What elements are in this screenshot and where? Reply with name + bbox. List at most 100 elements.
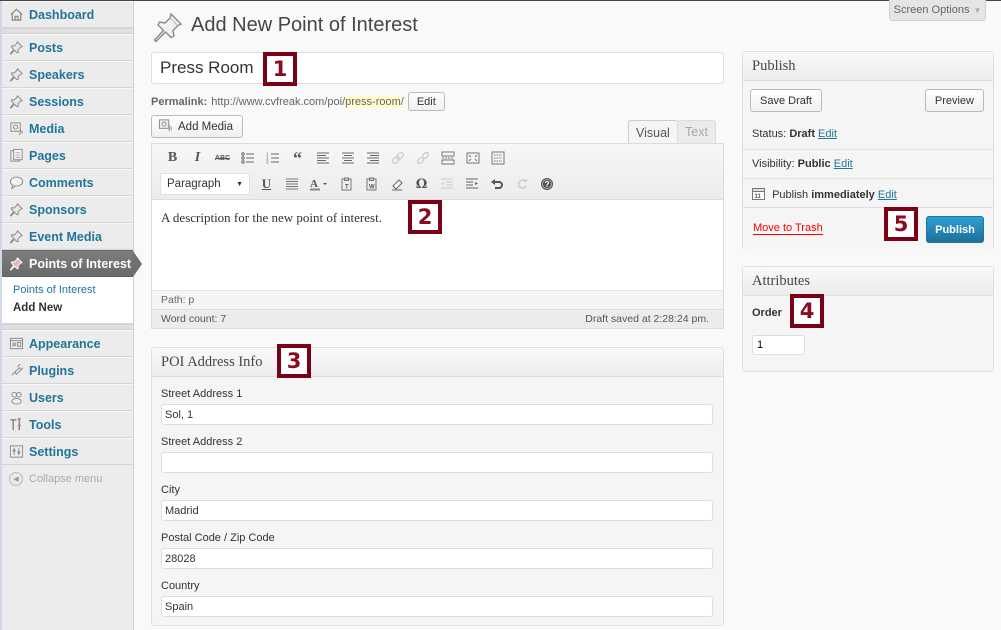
toolbar-toggle-icon[interactable] — [485, 148, 510, 168]
help-icon[interactable]: ? — [534, 174, 559, 194]
blockquote-icon[interactable]: “ — [285, 148, 310, 168]
street-address-1-label: Street Address 1 — [161, 388, 243, 400]
align-center-icon[interactable] — [335, 148, 360, 168]
status-label: Status: — [752, 128, 787, 140]
bullet-list-icon[interactable] — [235, 148, 260, 168]
fullscreen-icon[interactable] — [460, 148, 485, 168]
country-label: Country — [161, 580, 200, 592]
users-icon — [8, 390, 24, 406]
poi-address-title[interactable]: POI Address Info — [152, 348, 723, 377]
underline-icon[interactable]: U — [254, 174, 279, 194]
text-color-icon[interactable]: A — [304, 174, 334, 194]
svg-text:?: ? — [544, 180, 549, 189]
publish-button[interactable]: Publish — [926, 216, 984, 243]
save-draft-button[interactable]: Save Draft — [750, 89, 822, 112]
sidebar-item-label: Settings — [29, 444, 79, 459]
outdent-icon[interactable] — [434, 174, 459, 194]
sidebar-item-tools[interactable]: Tools — [2, 411, 133, 438]
collapse-menu-button[interactable]: ◀ Collapse menu — [2, 465, 133, 492]
bold-icon[interactable]: B — [160, 148, 185, 168]
submenu-item-points-of-interest[interactable]: Points of Interest — [2, 281, 133, 299]
sidebar-item-label: Users — [29, 390, 64, 405]
annotation-callout-5: 5 — [884, 207, 918, 241]
status-value: Draft — [789, 128, 815, 140]
editor-status-bar: Word count: 7 Draft saved at 2:28:24 pm. — [152, 309, 723, 328]
sidebar-item-users[interactable]: Users — [2, 384, 133, 411]
permalink-row: Permalink: http://www.cvfreak.com/poi/pr… — [151, 92, 445, 111]
media-icon — [158, 118, 173, 136]
redo-icon[interactable] — [509, 174, 534, 194]
sidebar-item-media[interactable]: Media — [2, 115, 133, 142]
special-character-icon[interactable]: Ω — [409, 174, 434, 194]
edit-visibility-link[interactable]: Edit — [834, 158, 853, 170]
paste-from-word-icon[interactable]: W — [359, 174, 384, 194]
visibility-row: Visibility: Public Edit — [743, 149, 993, 178]
street-address-1-input[interactable] — [161, 404, 713, 425]
schedule-label: Publish — [772, 189, 809, 201]
format-select[interactable]: Paragraph ▼ — [160, 173, 250, 195]
sidebar-item-sponsors[interactable]: Sponsors — [2, 196, 133, 223]
city-label: City — [161, 484, 180, 496]
sidebar-item-pages[interactable]: Pages — [2, 142, 133, 169]
annotation-callout-4: 4 — [790, 294, 824, 328]
clear-formatting-icon[interactable] — [384, 174, 409, 194]
home-icon — [8, 7, 24, 23]
move-to-trash-link[interactable]: Move to Trash — [753, 222, 823, 235]
sidebar-item-plugins[interactable]: Plugins — [2, 357, 133, 384]
pushpin-icon — [8, 67, 24, 83]
postal-code-label: Postal Code / Zip Code — [161, 532, 275, 544]
sidebar-item-dashboard[interactable]: Dashboard — [2, 1, 133, 28]
tab-text[interactable]: Text — [677, 120, 716, 143]
permalink-slug[interactable]: press-room — [345, 95, 401, 108]
paste-as-text-icon[interactable]: T — [334, 174, 359, 194]
indent-icon[interactable] — [459, 174, 484, 194]
city-input[interactable] — [161, 500, 713, 521]
sidebar-item-label: Speakers — [29, 67, 85, 82]
sidebar-item-label: Sponsors — [29, 202, 87, 217]
sidebar-item-label: Comments — [29, 175, 94, 190]
sidebar-item-comments[interactable]: Comments — [2, 169, 133, 196]
collapse-arrow-icon: ◀ — [9, 471, 23, 486]
sidebar-item-event-media[interactable]: Event Media — [2, 223, 133, 250]
order-input[interactable] — [752, 335, 805, 355]
insert-link-icon[interactable] — [385, 148, 410, 168]
tab-visual[interactable]: Visual — [628, 120, 678, 144]
align-left-icon[interactable] — [310, 148, 335, 168]
pushpin-icon — [151, 10, 185, 44]
edit-schedule-link[interactable]: Edit — [878, 189, 897, 201]
plugin-plug-icon — [8, 363, 24, 379]
street-address-2-input[interactable] — [161, 452, 713, 473]
edit-permalink-button[interactable]: Edit — [407, 92, 445, 111]
unlink-icon[interactable] — [410, 148, 435, 168]
numbered-list-icon[interactable]: 123 — [260, 148, 285, 168]
post-title-input[interactable] — [151, 52, 724, 84]
publish-box-title[interactable]: Publish — [743, 52, 993, 81]
postal-code-input[interactable] — [161, 548, 713, 569]
undo-icon[interactable] — [484, 174, 509, 194]
italic-icon[interactable]: I — [185, 148, 210, 168]
insert-more-icon[interactable] — [435, 148, 460, 168]
sidebar-item-appearance[interactable]: Appearance — [2, 330, 133, 357]
annotation-callout-3: 3 — [277, 344, 311, 378]
sidebar-item-points-of-interest[interactable]: Points of Interest — [2, 250, 142, 277]
attributes-box-title[interactable]: Attributes — [743, 267, 993, 296]
country-input[interactable] — [161, 596, 713, 617]
add-media-button[interactable]: Add Media — [151, 115, 243, 138]
visibility-value: Public — [797, 158, 831, 170]
strikethrough-icon[interactable]: ABC — [210, 148, 235, 168]
street-address-2-label: Street Address 2 — [161, 436, 243, 448]
sidebar-item-sessions[interactable]: Sessions — [2, 88, 133, 115]
svg-text:3: 3 — [266, 160, 269, 165]
sidebar-item-label: Event Media — [29, 229, 102, 244]
sidebar-item-speakers[interactable]: Speakers — [2, 61, 133, 88]
preview-button[interactable]: Preview — [924, 89, 984, 112]
sidebar-item-posts[interactable]: Posts — [2, 34, 133, 61]
sidebar-item-settings[interactable]: Settings — [2, 438, 133, 465]
sidebar-item-label: Points of Interest — [29, 256, 132, 271]
submenu-item-add-new[interactable]: Add New — [2, 299, 133, 317]
justify-icon[interactable] — [279, 174, 304, 194]
edit-status-link[interactable]: Edit — [818, 128, 837, 140]
align-right-icon[interactable] — [360, 148, 385, 168]
draft-saved-status: Draft saved at 2:28:24 pm. — [585, 313, 709, 325]
screen-options-button[interactable]: Screen Options ▼ — [889, 0, 986, 21]
